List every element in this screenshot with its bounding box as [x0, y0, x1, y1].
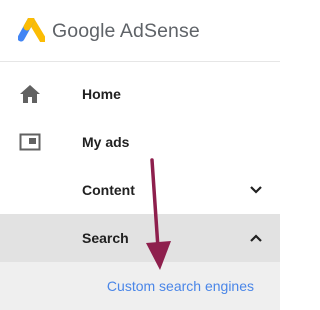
- sidebar-subitem-label: Custom search engines: [106, 278, 254, 294]
- sidebar-item-label: Search: [82, 230, 129, 246]
- sidebar-item-content[interactable]: Content: [0, 166, 280, 214]
- sidebar-item-search[interactable]: Search: [0, 214, 280, 262]
- chevron-up-icon[interactable]: [249, 232, 263, 244]
- ad-unit-icon: [19, 133, 41, 151]
- sidebar-subitem-custom-search-engines[interactable]: Custom search engines: [0, 262, 280, 310]
- header: Google AdSense: [0, 0, 280, 62]
- adsense-logo-icon[interactable]: [18, 18, 45, 42]
- home-icon: [20, 85, 40, 103]
- sidebar-item-label: My ads: [82, 134, 130, 150]
- sidebar-item-label: Home: [82, 86, 121, 102]
- sidebar-nav: Home My ads Content Search Custom search…: [0, 70, 280, 310]
- sidebar-item-my-ads[interactable]: My ads: [0, 118, 280, 166]
- brand-name[interactable]: Google AdSense: [52, 19, 200, 43]
- adsense-sidebar: Google AdSense Home My ads Content Searc…: [0, 0, 280, 310]
- sidebar-item-label: Content: [82, 182, 135, 198]
- chevron-down-icon[interactable]: [249, 184, 263, 196]
- sidebar-item-home[interactable]: Home: [0, 70, 280, 118]
